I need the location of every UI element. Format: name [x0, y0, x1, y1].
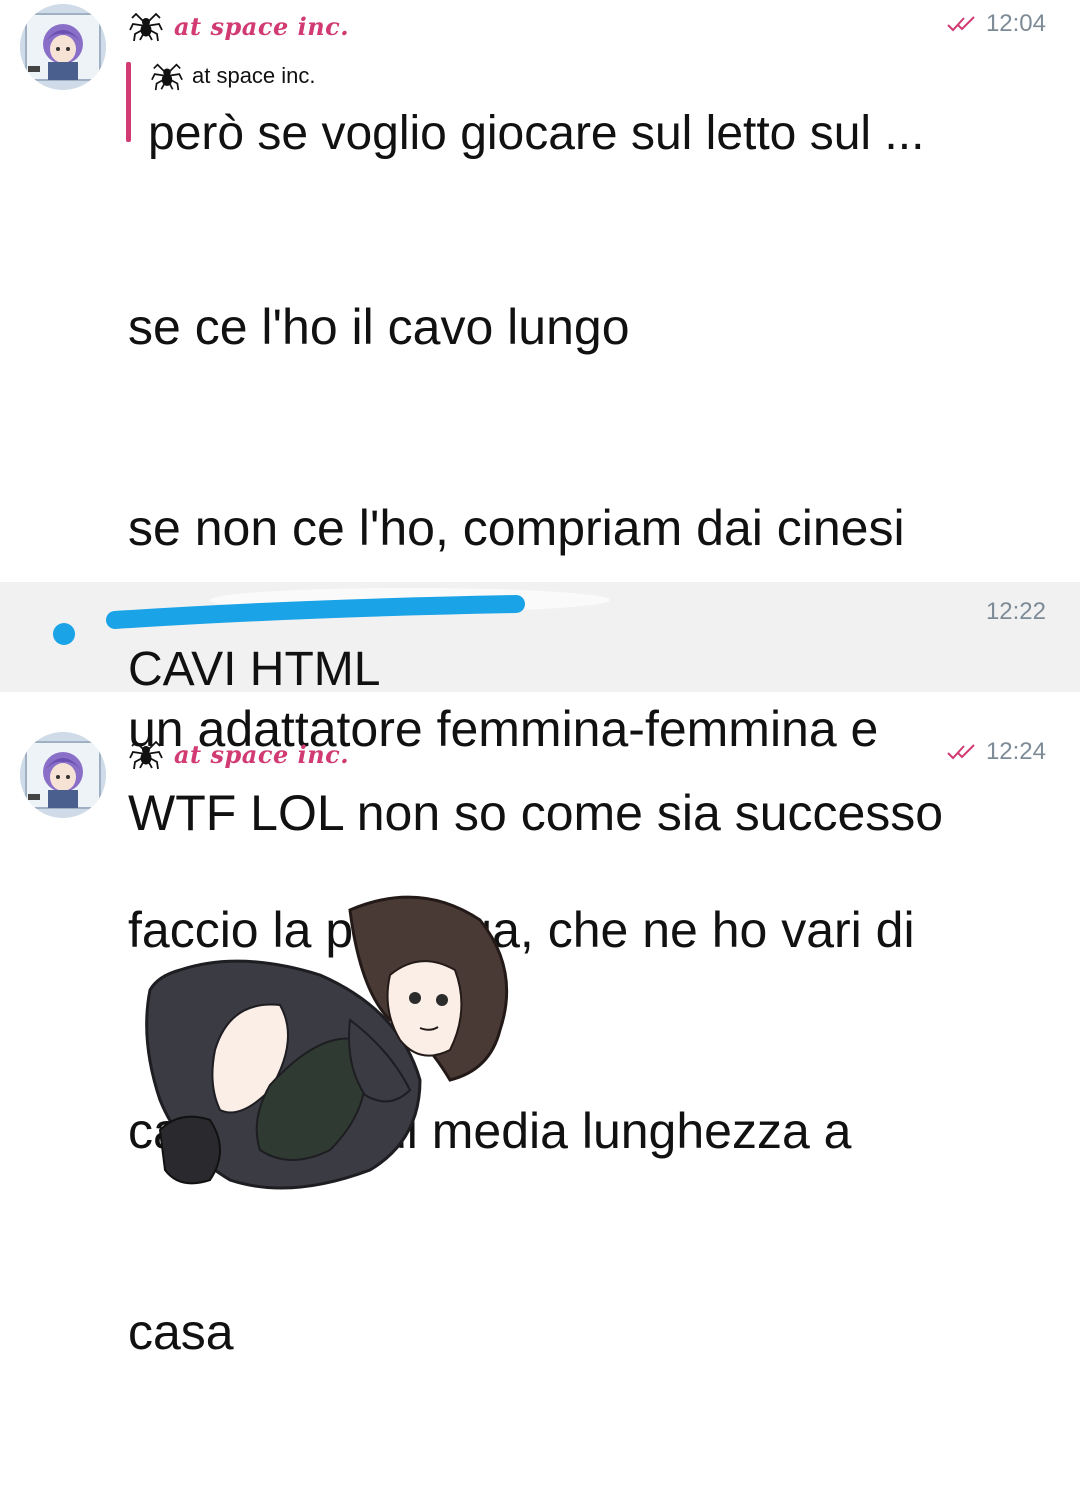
sender[interactable]: at space inc.: [128, 734, 349, 774]
double-check-icon: [947, 16, 975, 32]
sender[interactable]: at space inc.: [128, 6, 349, 46]
reply-bar: [126, 62, 131, 142]
spider-icon: [129, 740, 163, 770]
double-check-icon: [947, 744, 975, 760]
spider-icon: [151, 63, 183, 91]
message-meta: 12:24: [946, 732, 1046, 772]
reply-text: però se voglio giocare sul letto sul ...: [148, 107, 925, 160]
message-line: casa: [128, 1304, 234, 1360]
message-time: 12:04: [985, 10, 1046, 37]
message-line: se ce l'ho il cavo lungo: [128, 299, 630, 355]
message-time: 12:22: [985, 598, 1046, 625]
message-meta: 12:22: [986, 592, 1046, 632]
message-2[interactable]: 12:22 CAVI HTML: [0, 582, 1080, 696]
sender-name: at space inc.: [174, 11, 350, 41]
message-line: se non ce l'ho, compriam dai cinesi: [128, 500, 905, 556]
avatar[interactable]: [20, 4, 106, 90]
avatar[interactable]: [20, 732, 106, 818]
message-text: CAVI HTML: [128, 643, 381, 696]
reply-sender-name: at space inc.: [192, 63, 316, 88]
message-text: WTF LOL non so come sia successo: [128, 785, 944, 841]
sender-name: at space inc.: [174, 739, 350, 769]
message-time: 12:24: [985, 738, 1046, 765]
message-meta: 12:04: [946, 4, 1046, 44]
spider-icon: [129, 12, 163, 42]
sticker-image[interactable]: [120, 880, 540, 1200]
message-1[interactable]: at space inc. 12:04 at space inc. però s…: [0, 0, 1080, 1360]
reply-sender: at space inc.: [150, 56, 316, 96]
